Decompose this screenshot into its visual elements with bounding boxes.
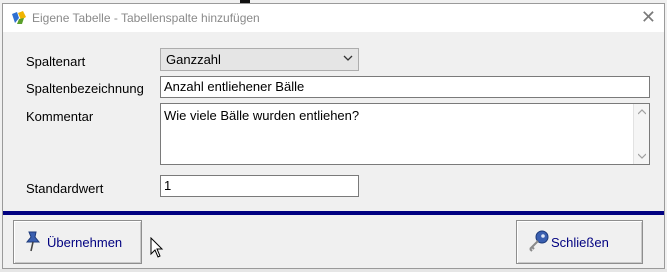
dialog-window: Eigene Tabelle - Tabellenspalte hinzufüg… [2, 3, 665, 269]
chevron-down-icon [343, 55, 353, 61]
spaltenbezeichnung-value: Anzahl entliehener Bälle [164, 79, 305, 94]
title-bar: Eigene Tabelle - Tabellenspalte hinzufüg… [3, 4, 664, 32]
uebernehmen-button[interactable]: Übernehmen [13, 220, 142, 264]
pushpin-icon [25, 231, 41, 252]
kommentar-scrollbar[interactable] [633, 104, 649, 164]
schliessen-button[interactable]: Schließen [516, 220, 643, 264]
spaltenbezeichnung-field[interactable]: Anzahl entliehener Bälle [160, 76, 650, 98]
kommentar-value: Wie viele Bälle wurden entliehen? [164, 108, 360, 123]
key-icon [529, 230, 549, 252]
mouse-cursor-icon [150, 237, 164, 258]
kommentar-label: Kommentar [26, 109, 94, 124]
spaltenbezeichnung-label: Spaltenbezeichnung [26, 81, 144, 96]
spaltenart-label: Spaltenart [26, 54, 86, 69]
schliessen-label: Schließen [551, 235, 609, 250]
standardwert-value: 1 [164, 178, 172, 193]
window-title: Eigene Tabelle - Tabellenspalte hinzufüg… [32, 11, 260, 25]
uebernehmen-label: Übernehmen [47, 235, 123, 250]
scroll-down-arrow-icon[interactable] [638, 153, 646, 159]
scroll-up-arrow-icon[interactable] [638, 109, 646, 115]
standardwert-field[interactable]: 1 [160, 175, 359, 197]
kommentar-textarea[interactable]: Wie viele Bälle wurden entliehen? [160, 103, 650, 165]
spaltenart-value: Ganzzahl [166, 52, 221, 67]
footer-divider [3, 211, 664, 215]
standardwert-label: Standardwert [26, 181, 104, 196]
spaltenart-select[interactable]: Ganzzahl [160, 48, 359, 71]
close-button[interactable]: ✕ [641, 7, 656, 27]
app-logo-icon [12, 11, 26, 24]
